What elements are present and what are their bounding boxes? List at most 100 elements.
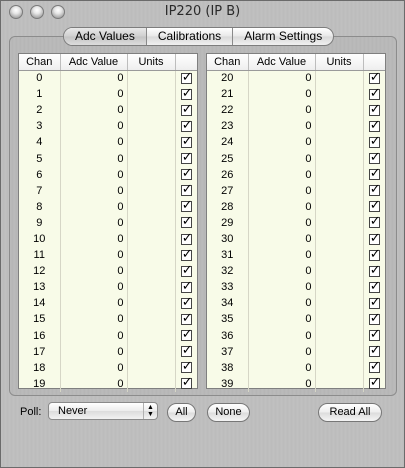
units-cell[interactable] bbox=[127, 375, 176, 392]
table-row[interactable]: 15 0 bbox=[19, 311, 197, 328]
units-cell[interactable] bbox=[127, 70, 176, 87]
table-row[interactable]: 36 0 bbox=[207, 327, 385, 344]
enable-checkbox[interactable] bbox=[368, 343, 381, 358]
units-cell[interactable] bbox=[315, 247, 364, 264]
enable-checkbox[interactable] bbox=[180, 166, 193, 181]
enable-checkbox[interactable] bbox=[180, 247, 193, 261]
units-cell[interactable] bbox=[315, 375, 364, 392]
enable-checkbox[interactable] bbox=[180, 359, 193, 374]
units-cell[interactable] bbox=[315, 150, 364, 167]
enable-checkbox[interactable] bbox=[368, 247, 381, 261]
units-cell[interactable] bbox=[127, 134, 176, 151]
table-row[interactable]: 24 0 bbox=[207, 134, 385, 151]
enable-checkbox[interactable] bbox=[180, 231, 193, 245]
table-row[interactable]: 21 0 bbox=[207, 86, 385, 103]
enable-checkbox[interactable] bbox=[180, 311, 193, 326]
units-cell[interactable] bbox=[315, 343, 364, 360]
tab-adc-values[interactable]: Adc Values bbox=[64, 28, 147, 45]
table-row[interactable]: 00 bbox=[19, 70, 197, 87]
enable-checkbox[interactable] bbox=[368, 182, 381, 197]
enable-checkbox[interactable] bbox=[180, 375, 193, 390]
units-cell[interactable] bbox=[315, 311, 364, 328]
enable-checkbox[interactable] bbox=[180, 102, 193, 116]
table-row[interactable]: 32 0 bbox=[207, 263, 385, 280]
enable-checkbox[interactable] bbox=[180, 86, 193, 100]
table-row[interactable]: 20 0 bbox=[207, 70, 385, 87]
units-cell[interactable] bbox=[315, 118, 364, 135]
col-header-chan[interactable]: Chan bbox=[207, 54, 249, 71]
units-cell[interactable] bbox=[315, 86, 364, 103]
table-row[interactable]: 11 0 bbox=[19, 247, 197, 264]
tab-calibrations[interactable]: Calibrations bbox=[147, 28, 234, 45]
enable-checkbox[interactable] bbox=[368, 231, 381, 245]
units-cell[interactable] bbox=[315, 198, 364, 215]
table-row[interactable]: 39 0 bbox=[207, 375, 385, 392]
units-cell[interactable] bbox=[127, 327, 176, 344]
table-row[interactable]: 19 0 bbox=[19, 375, 197, 392]
units-cell[interactable] bbox=[315, 327, 364, 344]
table-row[interactable]: 12 0 bbox=[19, 263, 197, 280]
units-cell[interactable] bbox=[127, 295, 176, 312]
table-row[interactable]: 70 bbox=[19, 182, 197, 199]
table-row[interactable]: 38 0 bbox=[207, 359, 385, 376]
units-cell[interactable] bbox=[315, 166, 364, 183]
col-header-adc-value[interactable]: Adc Value bbox=[60, 54, 128, 71]
units-cell[interactable] bbox=[127, 182, 176, 199]
read-all-button[interactable]: Read All bbox=[318, 403, 382, 422]
enable-checkbox[interactable] bbox=[180, 327, 193, 342]
table-row[interactable]: 26 0 bbox=[207, 166, 385, 183]
table-row[interactable]: 40 bbox=[19, 134, 197, 151]
enable-checkbox[interactable] bbox=[180, 279, 193, 293]
table-row[interactable]: 33 0 bbox=[207, 279, 385, 296]
table-row[interactable]: 34 0 bbox=[207, 295, 385, 312]
units-cell[interactable] bbox=[127, 247, 176, 264]
col-header-enable[interactable] bbox=[363, 54, 385, 71]
table-row[interactable]: 13 0 bbox=[19, 279, 197, 296]
units-cell[interactable] bbox=[127, 279, 176, 296]
select-all-button[interactable]: All bbox=[167, 403, 196, 422]
units-cell[interactable] bbox=[127, 150, 176, 167]
units-cell[interactable] bbox=[315, 230, 364, 248]
units-cell[interactable] bbox=[127, 102, 176, 119]
col-header-units[interactable]: Units bbox=[315, 54, 364, 71]
enable-checkbox[interactable] bbox=[368, 102, 381, 116]
table-row[interactable]: 27 0 bbox=[207, 182, 385, 199]
units-cell[interactable] bbox=[127, 198, 176, 215]
enable-checkbox[interactable] bbox=[368, 150, 381, 165]
units-cell[interactable] bbox=[127, 343, 176, 360]
enable-checkbox[interactable] bbox=[368, 359, 381, 374]
table-row[interactable]: 23 0 bbox=[207, 118, 385, 135]
col-header-units[interactable]: Units bbox=[127, 54, 176, 71]
table-row[interactable]: 31 0 bbox=[207, 247, 385, 264]
units-cell[interactable] bbox=[127, 214, 176, 231]
units-cell[interactable] bbox=[127, 311, 176, 328]
col-header-chan[interactable]: Chan bbox=[19, 54, 61, 71]
table-row[interactable]: 30 0 bbox=[207, 230, 385, 248]
enable-checkbox[interactable] bbox=[368, 311, 381, 326]
enable-checkbox[interactable] bbox=[368, 70, 381, 84]
table-row[interactable]: 90 bbox=[19, 214, 197, 231]
enable-checkbox[interactable] bbox=[368, 295, 381, 309]
units-cell[interactable] bbox=[127, 230, 176, 248]
units-cell[interactable] bbox=[127, 263, 176, 280]
table-row[interactable]: 35 0 bbox=[207, 311, 385, 328]
table-row[interactable]: 18 0 bbox=[19, 359, 197, 376]
select-none-button[interactable]: None bbox=[207, 403, 250, 422]
units-cell[interactable] bbox=[315, 279, 364, 296]
table-row[interactable]: 25 0 bbox=[207, 150, 385, 167]
table-row[interactable]: 22 0 bbox=[207, 102, 385, 119]
enable-checkbox[interactable] bbox=[368, 134, 381, 149]
units-cell[interactable] bbox=[315, 295, 364, 312]
units-cell[interactable] bbox=[127, 86, 176, 103]
enable-checkbox[interactable] bbox=[180, 295, 193, 309]
table-row[interactable]: 20 bbox=[19, 102, 197, 119]
units-cell[interactable] bbox=[315, 359, 364, 376]
units-cell[interactable] bbox=[315, 214, 364, 231]
enable-checkbox[interactable] bbox=[180, 134, 193, 149]
enable-checkbox[interactable] bbox=[180, 150, 193, 165]
enable-checkbox[interactable] bbox=[180, 198, 193, 213]
units-cell[interactable] bbox=[315, 182, 364, 199]
table-row[interactable]: 30 bbox=[19, 118, 197, 135]
units-cell[interactable] bbox=[315, 134, 364, 151]
units-cell[interactable] bbox=[315, 263, 364, 280]
